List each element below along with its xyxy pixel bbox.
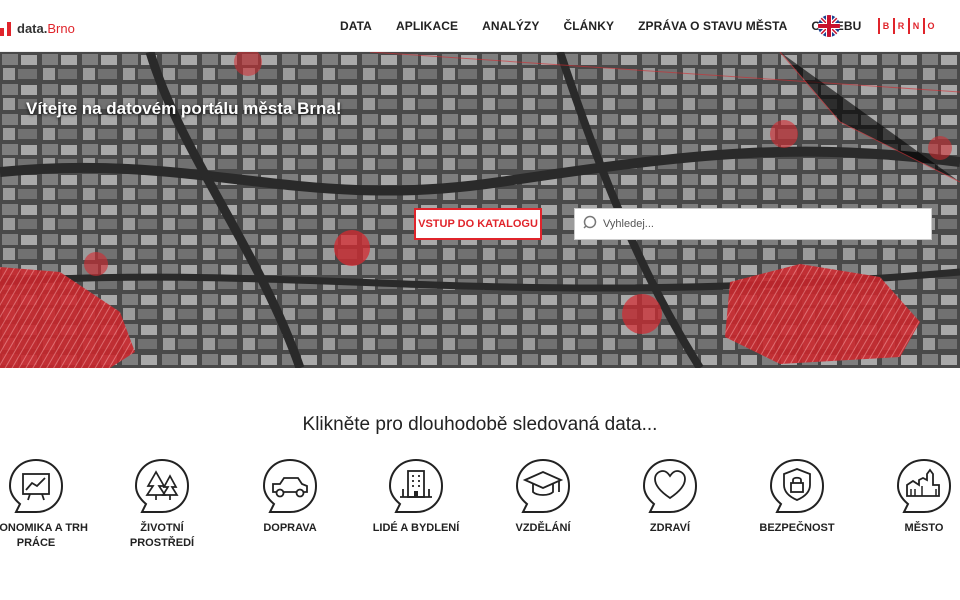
graduation-cap-icon: [513, 456, 573, 516]
search-input[interactable]: [603, 218, 903, 230]
nav-item-data[interactable]: DATA: [340, 19, 372, 33]
category-lide-a-bydleni[interactable]: LIDÉ A BYDLENÍ: [361, 456, 471, 536]
logo-text-accent: Brno: [47, 21, 75, 36]
logo-text-main: data.: [17, 21, 48, 36]
uk-flag-icon[interactable]: [818, 15, 840, 37]
site-logo[interactable]: data.Brno: [0, 16, 75, 36]
brno-letter: B: [878, 18, 890, 34]
category-bezpecnost[interactable]: BEZPEČNOST: [742, 456, 852, 536]
brno-letter: R: [893, 18, 905, 34]
category-ekonomika[interactable]: EKONOMIKA A TRH PRÁCE: [0, 456, 91, 551]
category-zdravi[interactable]: ZDRAVÍ: [615, 456, 725, 536]
category-label: EKONOMIKA A TRH PRÁCE: [0, 522, 88, 549]
nav-item-aplikace[interactable]: APLIKACE: [396, 19, 458, 33]
category-mesto[interactable]: MĚSTO: [869, 456, 960, 536]
brno-letter: N: [908, 18, 920, 34]
category-doprava[interactable]: DOPRAVA: [235, 456, 345, 536]
search-box[interactable]: [574, 208, 932, 240]
nav-item-zprava[interactable]: ZPRÁVA O STAVU MĚSTA: [638, 19, 787, 33]
car-icon: [260, 456, 320, 516]
economy-chart-icon: [6, 456, 66, 516]
header: data.Brno DATA APLIKACE ANALÝZY ČLÁNKY Z…: [0, 0, 960, 52]
castle-icon: [894, 456, 954, 516]
category-label: DOPRAVA: [263, 522, 317, 534]
welcome-heading: Vítejte na datovém portálu města Brna!: [26, 99, 342, 118]
catalog-entry-button[interactable]: VSTUP DO KATALOGU: [414, 208, 542, 240]
logo-bars-icon: [0, 22, 11, 36]
brno-city-logo[interactable]: B R N O: [878, 18, 935, 34]
hero-banner: Vítejte na datovém portálu města Brna! V…: [0, 52, 960, 368]
category-vzdelani[interactable]: VZDĚLÁNÍ: [488, 456, 598, 536]
search-icon: [583, 215, 597, 234]
brno-letter: O: [923, 18, 935, 34]
category-label: MĚSTO: [904, 522, 944, 534]
category-label: BEZPEČNOST: [759, 522, 835, 534]
building-icon: [386, 456, 446, 516]
heart-icon: [640, 456, 700, 516]
trees-icon: [132, 456, 192, 516]
category-label: VZDĚLÁNÍ: [515, 522, 571, 534]
category-label: ŽIVOTNÍ PROSTŘEDÍ: [129, 522, 195, 549]
category-zivotni-prostredi[interactable]: ŽIVOTNÍ PROSTŘEDÍ: [107, 456, 217, 551]
nav-item-analyzy[interactable]: ANALÝZY: [482, 19, 539, 33]
shield-lock-icon: [767, 456, 827, 516]
category-label: ZDRAVÍ: [649, 522, 691, 534]
nav-item-clanky[interactable]: ČLÁNKY: [563, 19, 614, 33]
section-title: Klikněte pro dlouhodobě sledovaná data..…: [302, 414, 658, 435]
main-nav: DATA APLIKACE ANALÝZY ČLÁNKY ZPRÁVA O ST…: [340, 0, 885, 52]
category-label: LIDÉ A BYDLENÍ: [372, 522, 460, 534]
